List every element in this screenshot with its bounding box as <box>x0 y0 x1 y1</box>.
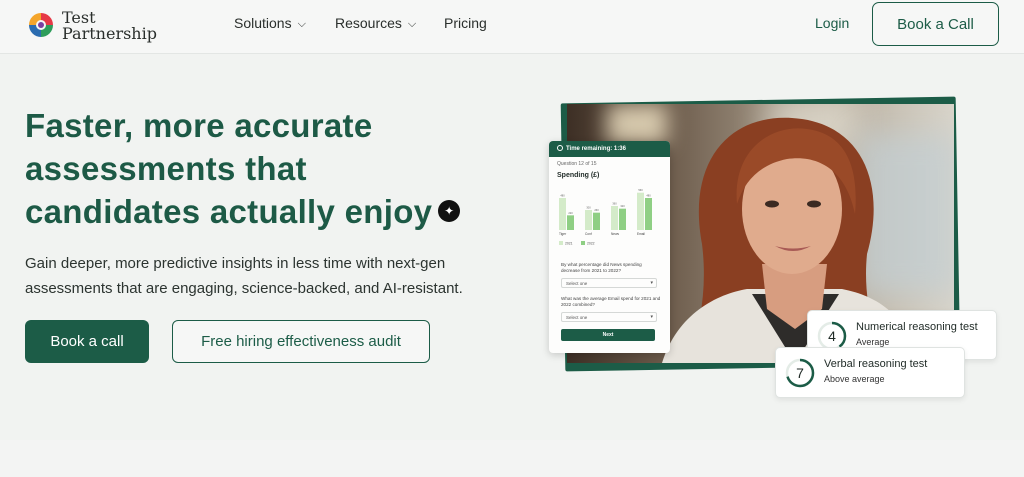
clock-icon <box>557 145 563 151</box>
category-label: Email <box>637 232 645 236</box>
legend-swatch <box>581 241 585 245</box>
bar-value-label: 320 <box>620 204 625 208</box>
hero-headline: Faster, more accurate assessments that c… <box>25 104 505 233</box>
category-label: News <box>611 232 619 236</box>
bar-email-2021 <box>637 192 644 230</box>
headline-line-1: Faster, more accurate <box>25 107 373 144</box>
nav-solutions-label: Solutions <box>234 15 292 31</box>
result-card-verbal: 7 Verbal reasoning test Above average <box>775 347 965 398</box>
question-1-text: By what percentage did News spending dec… <box>561 262 642 273</box>
chevron-down-icon: ⌵ <box>297 18 306 30</box>
ai-sparkle-icon: ✦ <box>438 200 461 223</box>
answer-select-1[interactable]: Select one <box>561 278 657 288</box>
answer-select-2[interactable]: Select one <box>561 312 657 322</box>
bar-value-label: 220 <box>568 211 573 215</box>
question-title: Spending (£) <box>557 172 600 179</box>
subtext-line-1: Gain deeper, more predictive insights in… <box>25 255 446 272</box>
bar-tiger-2021 <box>559 198 566 230</box>
free-audit-button[interactable]: Free hiring effectiveness audit <box>172 320 430 363</box>
legend-swatch <box>559 241 563 245</box>
score-value: 7 <box>796 365 804 381</box>
brand-logo[interactable]: Test Partnership <box>26 6 166 46</box>
bar-value-label: 360 <box>612 202 617 206</box>
spending-bar-chart: 480220Tiger300260Conf360320News560480Ema… <box>559 188 652 246</box>
bar-news-2021 <box>611 206 618 230</box>
brand-wordmark: Test Partnership <box>62 10 157 42</box>
category-label: Conf <box>585 232 592 236</box>
headline-line-3-text: candidates actually enjoy <box>25 193 433 230</box>
next-button[interactable]: Next <box>561 329 655 341</box>
test-name: Verbal reasoning test <box>824 358 928 370</box>
bar-conf-2022 <box>593 212 600 230</box>
nav-solutions[interactable]: Solutions ⌵ <box>234 15 306 32</box>
bar-value-label: 480 <box>646 194 651 198</box>
score-ring: 7 <box>785 358 815 388</box>
assessment-question-card: Time remaining: 1:36 Question 12 of 15 S… <box>549 141 670 353</box>
headline-line-3: candidates actually enjoy ✦ <box>25 190 505 233</box>
bar-value-label: 480 <box>560 194 565 198</box>
test-name: Numerical reasoning test <box>856 321 978 333</box>
nav-resources-label: Resources <box>335 15 402 31</box>
bar-value-label: 560 <box>638 188 643 192</box>
timer-text: Time remaining: 1:36 <box>566 146 626 152</box>
legend-label: 2022 <box>587 242 595 246</box>
question-2-text: What was the average Email spend for 202… <box>561 296 661 307</box>
legend-label: 2021 <box>565 242 573 246</box>
bar-email-2022 <box>645 198 652 230</box>
chevron-down-icon: ⌵ <box>407 18 417 30</box>
section-divider <box>0 440 1024 477</box>
login-link[interactable]: Login <box>815 15 849 31</box>
bar-news-2022 <box>619 208 626 230</box>
category-label: Tiger <box>559 232 567 236</box>
test-result-level: Average <box>856 337 890 347</box>
subtext-line-2: assessments that are engaging, science-b… <box>25 280 463 297</box>
nav-resources[interactable]: Resources ⌵ <box>335 15 416 32</box>
nav-pricing-label: Pricing <box>444 15 487 31</box>
book-a-call-button[interactable]: Book a call <box>25 320 149 363</box>
brand-name-line2: Partnership <box>62 24 157 43</box>
logo-mark-icon <box>29 13 53 37</box>
bar-conf-2021 <box>585 210 592 230</box>
top-navigation: Test Partnership Solutions ⌵ Resources ⌵ P… <box>0 0 1024 54</box>
hero-subtext: Gain deeper, more predictive insights in… <box>25 251 515 301</box>
nav-pricing[interactable]: Pricing <box>444 15 487 31</box>
timer-bar: Time remaining: 1:36 <box>549 141 670 157</box>
test-result-level: Above average <box>824 374 885 384</box>
book-call-button[interactable]: Book a Call <box>872 2 999 46</box>
bar-value-label: 260 <box>594 208 599 212</box>
bar-tiger-2022 <box>567 215 574 230</box>
question-number: Question 12 of 15 <box>557 161 597 167</box>
headline-line-2: assessments that <box>25 150 307 187</box>
bar-value-label: 300 <box>586 206 591 210</box>
